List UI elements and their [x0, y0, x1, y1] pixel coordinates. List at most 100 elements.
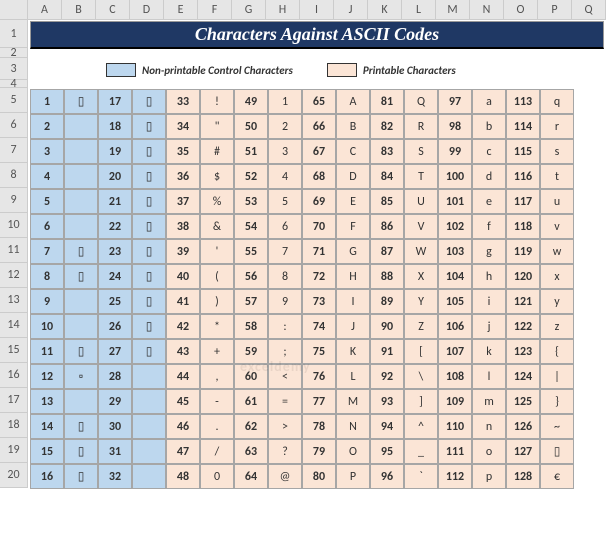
ascii-char-cell[interactable]: c [472, 139, 506, 164]
row-header[interactable]: 10 [0, 213, 27, 238]
row-header[interactable]: 2 [0, 48, 27, 58]
ascii-char-cell[interactable]: . [200, 414, 234, 439]
ascii-char-cell[interactable] [132, 364, 166, 389]
ascii-code-cell[interactable]: 82 [370, 114, 404, 139]
ascii-char-cell[interactable]: X [404, 264, 438, 289]
ascii-code-cell[interactable]: 67 [302, 139, 336, 164]
ascii-char-cell[interactable]: ▯ [132, 239, 166, 264]
ascii-code-cell[interactable]: 56 [234, 264, 268, 289]
ascii-code-cell[interactable]: 107 [438, 339, 472, 364]
row-header[interactable]: 14 [0, 313, 27, 338]
column-header[interactable]: A [28, 0, 62, 19]
ascii-code-cell[interactable]: 49 [234, 89, 268, 114]
ascii-char-cell[interactable]: 9 [268, 289, 302, 314]
ascii-code-cell[interactable]: 120 [506, 264, 540, 289]
ascii-code-cell[interactable]: 86 [370, 214, 404, 239]
row-header[interactable]: 5 [0, 88, 27, 113]
ascii-code-cell[interactable]: 22 [98, 214, 132, 239]
ascii-code-cell[interactable]: 90 [370, 314, 404, 339]
ascii-code-cell[interactable]: 74 [302, 314, 336, 339]
ascii-char-cell[interactable]: x [540, 264, 574, 289]
ascii-char-cell[interactable]: ▯ [64, 339, 98, 364]
column-header[interactable]: P [538, 0, 572, 19]
ascii-char-cell[interactable]: ) [200, 289, 234, 314]
ascii-char-cell[interactable]: j [472, 314, 506, 339]
ascii-char-cell[interactable]: C [336, 139, 370, 164]
column-header[interactable]: C [96, 0, 130, 19]
ascii-char-cell[interactable]: - [200, 389, 234, 414]
ascii-code-cell[interactable]: 118 [506, 214, 540, 239]
ascii-code-cell[interactable]: 6 [30, 214, 64, 239]
ascii-char-cell[interactable]: N [336, 414, 370, 439]
ascii-char-cell[interactable]: & [200, 214, 234, 239]
row-header[interactable]: 9 [0, 188, 27, 213]
ascii-char-cell[interactable]: ? [268, 439, 302, 464]
ascii-code-cell[interactable]: 72 [302, 264, 336, 289]
ascii-code-cell[interactable]: 123 [506, 339, 540, 364]
ascii-code-cell[interactable]: 95 [370, 439, 404, 464]
ascii-char-cell[interactable]: h [472, 264, 506, 289]
ascii-code-cell[interactable]: 54 [234, 214, 268, 239]
ascii-char-cell[interactable]: Y [404, 289, 438, 314]
ascii-code-cell[interactable]: 106 [438, 314, 472, 339]
row-header[interactable]: 18 [0, 413, 27, 438]
ascii-char-cell[interactable]: ▯ [64, 464, 98, 489]
ascii-char-cell[interactable]: ( [200, 264, 234, 289]
ascii-code-cell[interactable]: 51 [234, 139, 268, 164]
ascii-code-cell[interactable]: 105 [438, 289, 472, 314]
ascii-char-cell[interactable]: ▯ [132, 164, 166, 189]
ascii-code-cell[interactable]: 47 [166, 439, 200, 464]
ascii-code-cell[interactable]: 34 [166, 114, 200, 139]
ascii-code-cell[interactable]: 101 [438, 189, 472, 214]
ascii-char-cell[interactable]: 8 [268, 264, 302, 289]
ascii-code-cell[interactable]: 119 [506, 239, 540, 264]
column-header[interactable]: K [368, 0, 402, 19]
ascii-char-cell[interactable]: # [200, 139, 234, 164]
column-header[interactable]: Q [572, 0, 606, 19]
ascii-char-cell[interactable]: y [540, 289, 574, 314]
ascii-code-cell[interactable]: 48 [166, 464, 200, 489]
ascii-code-cell[interactable]: 42 [166, 314, 200, 339]
ascii-char-cell[interactable]: ▯ [132, 189, 166, 214]
ascii-char-cell[interactable]: t [540, 164, 574, 189]
ascii-char-cell[interactable]: q [540, 89, 574, 114]
ascii-char-cell[interactable]: I [336, 289, 370, 314]
ascii-char-cell[interactable]: 2 [268, 114, 302, 139]
ascii-char-cell[interactable]: A [336, 89, 370, 114]
ascii-code-cell[interactable]: 117 [506, 189, 540, 214]
ascii-char-cell[interactable]: ▯ [64, 239, 98, 264]
ascii-char-cell[interactable]: | [540, 364, 574, 389]
ascii-char-cell[interactable]: F [336, 214, 370, 239]
ascii-code-cell[interactable]: 44 [166, 364, 200, 389]
column-header[interactable]: F [198, 0, 232, 19]
ascii-code-cell[interactable]: 33 [166, 89, 200, 114]
ascii-code-cell[interactable]: 70 [302, 214, 336, 239]
ascii-char-cell[interactable]: P [336, 464, 370, 489]
ascii-char-cell[interactable]: E [336, 189, 370, 214]
ascii-code-cell[interactable]: 37 [166, 189, 200, 214]
ascii-char-cell[interactable]: 5 [268, 189, 302, 214]
row-header[interactable]: 16 [0, 363, 27, 388]
ascii-char-cell[interactable]: % [200, 189, 234, 214]
ascii-char-cell[interactable]: D [336, 164, 370, 189]
ascii-code-cell[interactable]: 92 [370, 364, 404, 389]
ascii-char-cell[interactable]: ' [200, 239, 234, 264]
ascii-code-cell[interactable]: 69 [302, 189, 336, 214]
ascii-char-cell[interactable]: 4 [268, 164, 302, 189]
ascii-char-cell[interactable]: n [472, 414, 506, 439]
ascii-code-cell[interactable]: 116 [506, 164, 540, 189]
ascii-char-cell[interactable]: G [336, 239, 370, 264]
ascii-code-cell[interactable]: 28 [98, 364, 132, 389]
ascii-char-cell[interactable]: k [472, 339, 506, 364]
ascii-char-cell[interactable]: f [472, 214, 506, 239]
ascii-char-cell[interactable]: W [404, 239, 438, 264]
row-header[interactable]: 15 [0, 338, 27, 363]
ascii-code-cell[interactable]: 20 [98, 164, 132, 189]
ascii-code-cell[interactable]: 39 [166, 239, 200, 264]
row-header[interactable]: 13 [0, 288, 27, 313]
ascii-code-cell[interactable]: 122 [506, 314, 540, 339]
ascii-code-cell[interactable]: 128 [506, 464, 540, 489]
ascii-char-cell[interactable]: a [472, 89, 506, 114]
ascii-code-cell[interactable]: 83 [370, 139, 404, 164]
ascii-code-cell[interactable]: 87 [370, 239, 404, 264]
